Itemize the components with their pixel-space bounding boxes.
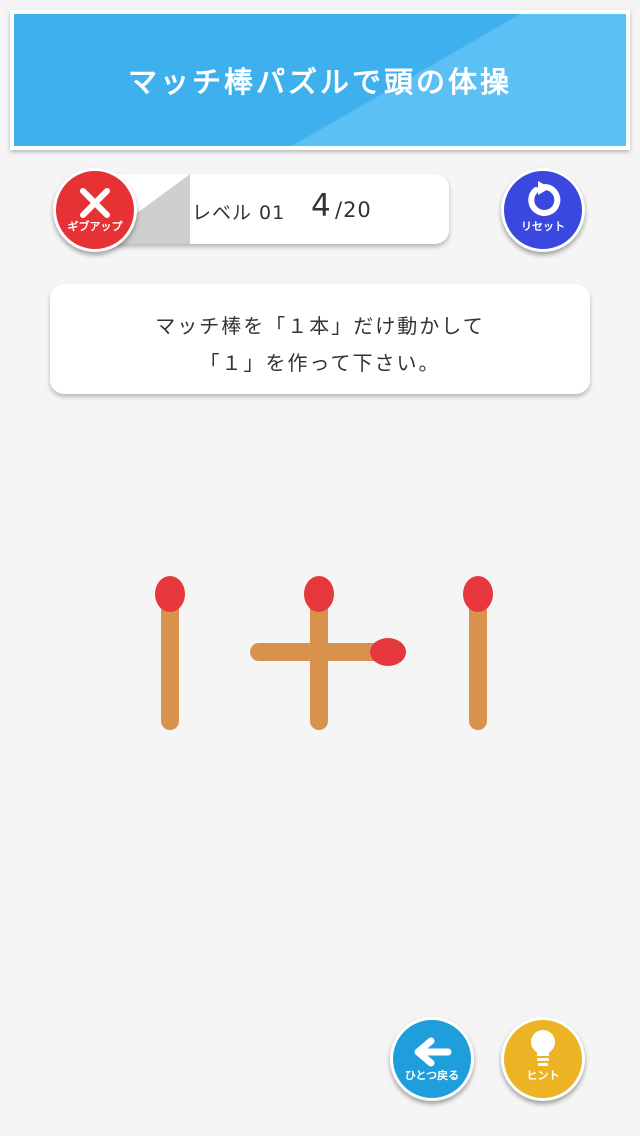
reset-button[interactable]: リセット [501, 168, 585, 252]
arrow-left-icon [414, 1037, 452, 1067]
instruction-line-1: マッチ棒を「１本」だけ動かして [155, 314, 485, 338]
instruction-line-2: 「１」を作って下さい。 [199, 351, 441, 375]
level-progress-total: /20 [335, 198, 372, 222]
hint-button[interactable]: ヒント [501, 1017, 585, 1101]
lightbulb-icon [531, 1030, 555, 1066]
matchstick-plus-horizontal[interactable] [250, 638, 406, 666]
reset-icon [528, 181, 561, 216]
header-bar: マッチ棒パズルで頭の体操 [10, 10, 630, 150]
match-puzzle-board [155, 576, 493, 730]
matchstick-left[interactable] [155, 576, 185, 730]
level-progress-current: 4 [311, 188, 331, 224]
undo-button-label: ひとつ戻る [404, 1069, 460, 1082]
level-panel: レベル 01 4 /20 [95, 174, 449, 244]
undo-button[interactable]: ひとつ戻る [390, 1017, 474, 1101]
instruction-card: マッチ棒を「１本」だけ動かして 「１」を作って下さい。 [50, 284, 590, 394]
reset-button-label: リセット [521, 220, 565, 233]
matchstick-right[interactable] [463, 576, 493, 730]
header-banner: マッチ棒パズルで頭の体操 [14, 14, 626, 146]
close-icon [80, 188, 110, 218]
level-label: レベル 01 [192, 202, 286, 224]
giveup-button[interactable]: ギブアップ [53, 168, 137, 252]
page-title: マッチ棒パズルで頭の体操 [127, 65, 512, 99]
hint-button-label: ヒント [526, 1069, 560, 1082]
giveup-button-label: ギブアップ [67, 220, 123, 233]
